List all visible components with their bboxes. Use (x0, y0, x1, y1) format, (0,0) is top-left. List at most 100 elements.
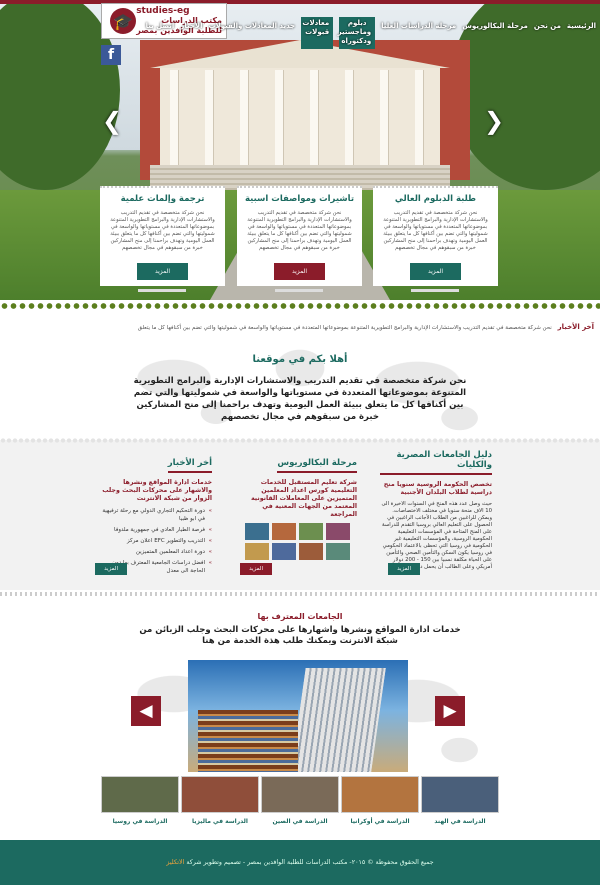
nav-item-news[interactable]: الأخبار (180, 14, 202, 38)
country-thumb[interactable]: الدراسة في ماليزيا (180, 776, 260, 836)
facebook-icon[interactable]: f (101, 45, 121, 65)
feature-card: ترجمة وإلمات علمية نحن شركة متخصصة في تق… (100, 186, 225, 292)
ticker-text[interactable]: نحن شركة متخصصة في تقديم التدريب والاستش… (138, 325, 552, 331)
bachelor-more-button[interactable]: المزيد (240, 563, 272, 575)
photo-grid (245, 523, 357, 560)
card-more-button[interactable]: المزيد (136, 263, 189, 280)
photo-thumb[interactable] (326, 523, 350, 540)
country-thumb-label: الدراسة في الصين (272, 818, 328, 825)
schools-title: الجامعات المعترف بها (257, 612, 343, 621)
welcome-text: نحن شركة متخصصة في تقديم التدريب والاستش… (133, 376, 467, 422)
hero-column (310, 70, 318, 166)
hero-column (275, 70, 283, 166)
photo-thumb[interactable] (272, 523, 296, 540)
scalloped-border (0, 438, 600, 443)
news-item[interactable]: التدريب والتطوير EFC اعلان مركز (100, 537, 212, 545)
nav-item-postgrad[interactable]: مرحلة الدراسات العليا (381, 14, 456, 38)
card-more-button[interactable]: المزيد (273, 263, 326, 280)
nav-item-diploma[interactable]: دبلوم وماجستير ودكتوراه (338, 17, 376, 49)
feature-card: طلبة الدبلوم العالي نحن شركة متخصصة في ت… (373, 186, 498, 292)
hero-portico (160, 68, 440, 168)
nav-item-equivalency[interactable]: معادلات قبولات (301, 17, 334, 49)
nav-item-contact[interactable]: اتصل بنا (146, 14, 175, 38)
news-ticker: آخر الأخبار نحن شركة متخصصة في تقديم الت… (0, 320, 600, 334)
country-thumbnails: الدراسة في الهند الدراسة في أوكرانيا الد… (100, 776, 500, 836)
hero-column (240, 70, 248, 166)
top-accent-line (0, 0, 600, 4)
country-thumb[interactable]: الدراسة في أوكرانيا (340, 776, 420, 836)
nav-item-admissions[interactable]: جديد المعادلات والقبولات (208, 14, 295, 38)
photo-thumb[interactable] (326, 543, 350, 560)
country-thumb-label: الدراسة في ماليزيا (192, 818, 248, 825)
slider-prev-arrow-icon[interactable]: ◀ (131, 696, 161, 726)
column-title: مرحلة البكالوريوس (277, 458, 357, 473)
dotted-divider (0, 302, 600, 310)
recognized-universities: الجامعات المعترف بها خدمات ادارة المواقع… (0, 598, 600, 840)
main-nav: الرئيسية من نحن مرحلة البكالوريوس مرحلة … (146, 14, 596, 49)
slide-books (198, 710, 298, 772)
country-thumb-image (261, 776, 339, 813)
schools-slide-image (188, 660, 408, 772)
photo-thumb[interactable] (245, 543, 269, 560)
column-lead: تخصص الحكومة الروسية سنويا منح دراسية لط… (383, 481, 492, 496)
photo-thumb[interactable] (299, 543, 323, 560)
hero-column (170, 70, 178, 166)
photo-thumb[interactable] (245, 523, 269, 540)
news-item[interactable]: فرصة الطيار العادي في جمهورية ملدوفا (100, 526, 212, 534)
news-item[interactable]: دورة اعداد المعلمين المتميزين (100, 548, 212, 556)
ticker-label: آخر الأخبار (557, 323, 594, 331)
hero-column (345, 70, 353, 166)
country-thumb[interactable]: الدراسة في الصين (260, 776, 340, 836)
photo-thumb[interactable] (299, 523, 323, 540)
slide-tower (290, 668, 386, 772)
country-thumb[interactable]: الدراسة في الهند (420, 776, 500, 836)
site-footer: جميع الحقوق محفوظة © ٢٠١٥- مكتب الدراسات… (0, 840, 600, 885)
news-item[interactable]: دورة التحكيم التجاري الدولي مع رحلة ترفي… (100, 507, 212, 523)
card-indicator (275, 289, 323, 292)
card-title: طلبة الدبلوم العالي (394, 194, 477, 204)
slider-next-arrow-icon[interactable]: ▶ (435, 696, 465, 726)
country-thumb-label: الدراسة في الهند (434, 818, 486, 825)
card-text: نحن شركة متخصصة في تقديم التدريب والاستش… (247, 210, 352, 251)
column-lead: خدمات ادارة المواقع ونشرها والاشهار على … (102, 479, 212, 502)
footer-text: جميع الحقوق محفوظة © ٢٠١٥- مكتب الدراسات… (186, 859, 434, 866)
card-text: نحن شركة متخصصة في تقديم التدريب والاستش… (110, 210, 215, 251)
bachelor-column: مرحلة البكالوريوس شركة تعليم المستقبل لل… (240, 450, 357, 585)
card-indicator (411, 289, 459, 292)
country-thumb-image (101, 776, 179, 813)
hero-column (205, 70, 213, 166)
news-more-button[interactable]: المزيد (95, 563, 127, 575)
hero-column (380, 70, 388, 166)
column-body: حيث وصل عدد هذه المنح في السنوات الأخيرة… (381, 501, 492, 570)
card-text: نحن شركة متخصصة في تقديم التدريب والاستش… (383, 210, 488, 251)
card-more-button[interactable]: المزيد (409, 263, 462, 280)
universities-guide-column: دليل الجامعات المصرية والكليات تخصص الحك… (380, 450, 492, 585)
graduate-emblem-icon: 🎓 (110, 8, 137, 34)
hero-prev-arrow-icon[interactable]: ❮ (102, 109, 122, 133)
card-title: تأشيرات ومواصفات اسبية (244, 194, 355, 204)
column-title: دليل الجامعات المصرية والكليات (380, 450, 492, 475)
column-title: أخر الأخبار (167, 458, 212, 473)
footer-company-link[interactable]: الاتكليز (166, 859, 184, 866)
welcome-title: أهلا بكم في موقعنا (252, 354, 348, 365)
country-thumb-image (181, 776, 259, 813)
feature-card: تأشيرات ومواصفات اسبية نحن شركة متخصصة ف… (237, 186, 362, 292)
country-thumb-image (421, 776, 499, 813)
country-thumb-label: الدراسة في روسيا (112, 818, 168, 825)
guide-more-button[interactable]: المزيد (388, 563, 420, 575)
country-thumb-image (341, 776, 419, 813)
nav-item-home[interactable]: الرئيسية (567, 14, 596, 38)
photo-thumb[interactable] (272, 543, 296, 560)
country-thumb[interactable]: الدراسة في روسيا (100, 776, 180, 836)
nav-item-about[interactable]: من نحن (534, 14, 561, 38)
card-indicator (138, 289, 186, 292)
country-thumb-label: الدراسة في أوكرانيا (350, 818, 410, 825)
column-lead: شركة تعليم المستقبل للخدمات التعليمية كو… (250, 479, 357, 518)
welcome-section: أهلا بكم في موقعنا نحن شركة متخصصة في تق… (0, 338, 600, 438)
section-separator (0, 592, 600, 596)
info-columns: دليل الجامعات المصرية والكليات تخصص الحك… (0, 438, 600, 590)
nav-item-bachelor[interactable]: مرحلة البكالوريوس (462, 14, 528, 38)
card-title: ترجمة وإلمات علمية (120, 194, 205, 204)
hero-column (415, 70, 423, 166)
hero-next-arrow-icon[interactable]: ❯ (484, 109, 504, 133)
